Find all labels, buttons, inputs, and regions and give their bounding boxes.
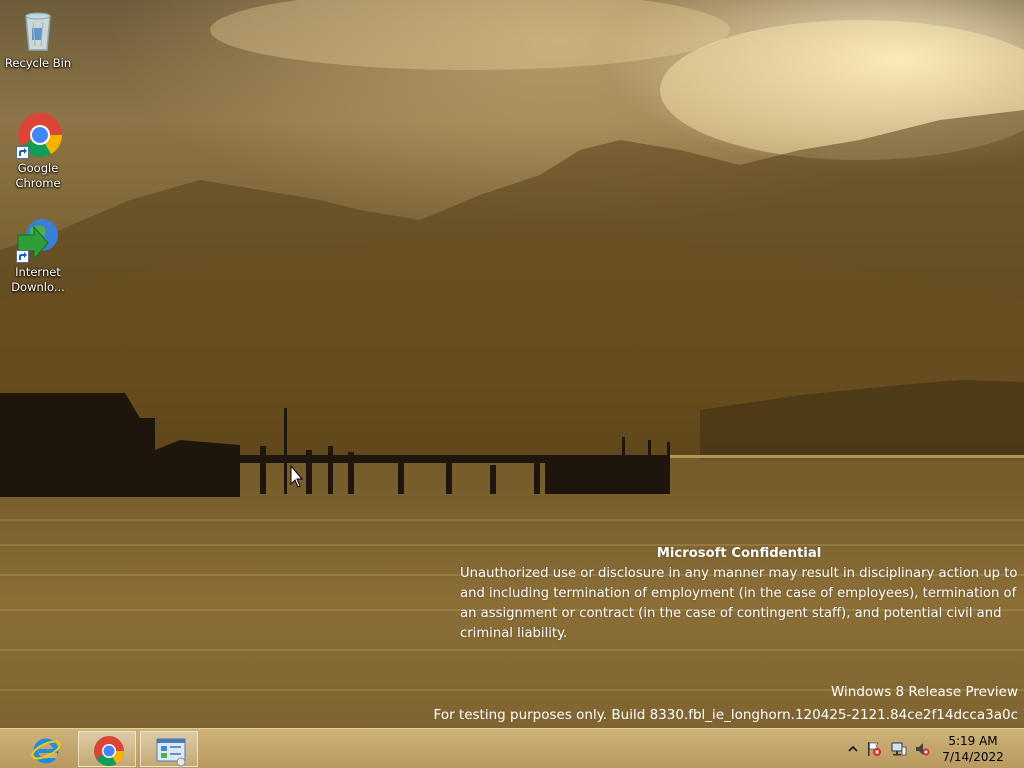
volume-muted-icon[interactable] xyxy=(914,741,930,757)
clock-time: 5:19 AM xyxy=(948,734,998,748)
watermark-title: Microsoft Confidential xyxy=(656,546,822,561)
desktop[interactable]: Recycle Bin Google Chrome Internet Downl… xyxy=(0,0,1024,728)
action-center-flag-icon[interactable] xyxy=(866,741,882,757)
taskbar-button-google-chrome[interactable] xyxy=(78,731,136,767)
shortcut-arrow-icon xyxy=(16,146,29,159)
taskbar-button-control-panel[interactable] xyxy=(140,731,198,767)
desktop-icon-recycle-bin[interactable]: Recycle Bin xyxy=(0,6,76,71)
internet-download-manager-icon xyxy=(14,215,62,263)
taskbar-button-internet-explorer[interactable] xyxy=(16,731,74,767)
watermark-body: Unauthorized use or disclosure in any ma… xyxy=(460,566,1018,641)
chrome-icon xyxy=(94,736,124,767)
ie-icon xyxy=(31,738,61,764)
taskbar-clock[interactable]: 5:19 AM 7/14/2022 xyxy=(936,733,1010,765)
desktop-icon-label: Google Chrome xyxy=(15,161,61,190)
shortcut-arrow-icon xyxy=(16,250,29,263)
build-label: For testing purposes only. Build 8330.fb… xyxy=(433,707,1018,723)
taskbar[interactable]: 5:19 AM 7/14/2022 xyxy=(0,728,1024,768)
desktop-icon-label: Internet Downlo... xyxy=(11,265,65,294)
recycle-bin-icon xyxy=(14,6,62,54)
desktop-icon-label: Recycle Bin xyxy=(4,56,72,70)
confidential-watermark: Microsoft Confidential Unauthorized use … xyxy=(460,544,1020,644)
control-panel-icon xyxy=(156,738,186,767)
desktop-icon-google-chrome[interactable]: Google Chrome xyxy=(0,111,76,191)
network-icon[interactable] xyxy=(891,741,907,757)
edition-label: Windows 8 Release Preview xyxy=(830,684,1018,700)
chrome-icon xyxy=(14,111,62,159)
show-hidden-icons-chevron-icon[interactable] xyxy=(845,741,861,757)
desktop-icon-internet-download-manager[interactable]: Internet Downlo... xyxy=(0,215,76,295)
clock-date: 7/14/2022 xyxy=(942,750,1004,764)
